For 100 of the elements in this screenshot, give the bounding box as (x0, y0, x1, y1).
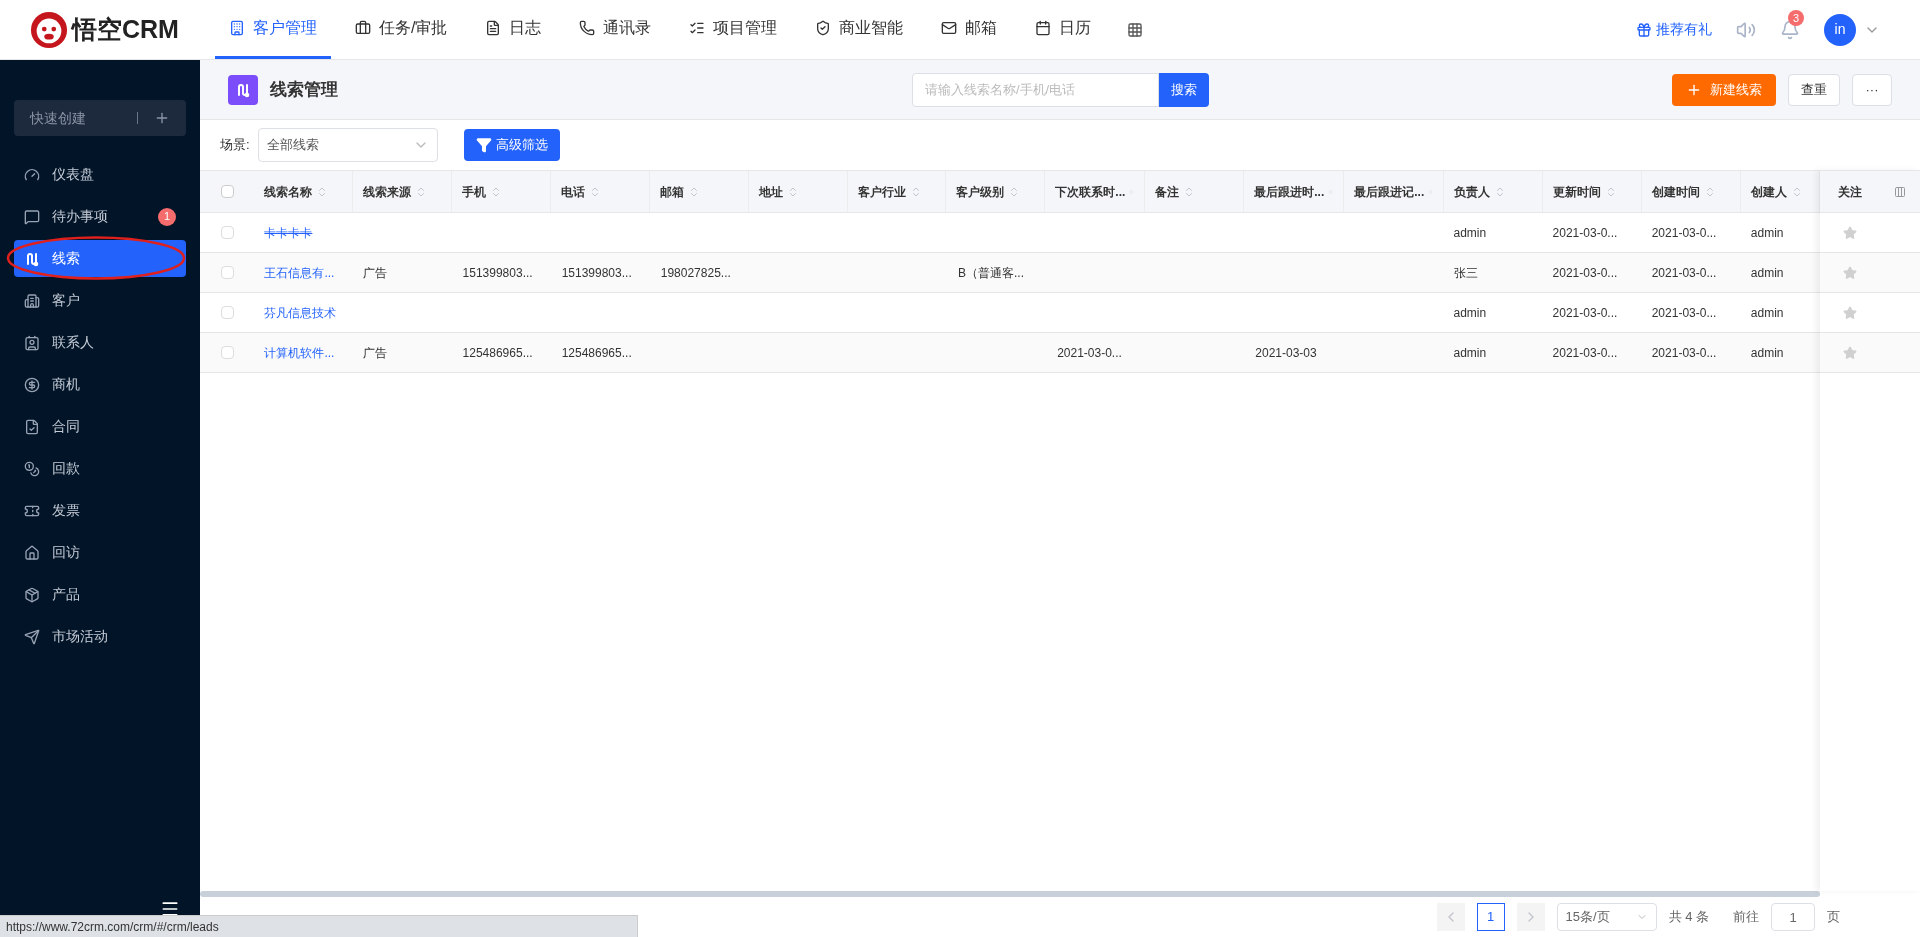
table-cell-text: 125486965... (462, 344, 533, 362)
sidebar-item[interactable]: 合同 (14, 408, 186, 445)
page-number-button[interactable]: 1 (1476, 903, 1505, 931)
document-check-icon (24, 418, 40, 435)
search-field[interactable]: 请输入线索名称/手机/电话 (912, 72, 1159, 107)
table-cell-text: B（普通客... (958, 264, 1025, 282)
nav-tab[interactable]: 日志 (471, 0, 556, 59)
quick-create-button[interactable]: 快速创建 (14, 100, 186, 136)
star-icon[interactable] (1843, 305, 1857, 320)
column-header[interactable]: 客户行业 (847, 171, 947, 212)
search-button[interactable]: 搜索 (1159, 72, 1209, 107)
scene-label: 场景: (220, 136, 250, 155)
goto-page-field[interactable]: 1 (1771, 903, 1815, 931)
column-header[interactable]: 邮箱 (649, 171, 749, 212)
sidebar-item[interactable]: 仪表盘 (14, 156, 186, 193)
mail-icon (941, 20, 958, 36)
nav-tab[interactable]: 邮箱 (927, 0, 1012, 59)
sidebar-item[interactable]: 线索 (14, 240, 186, 277)
sidebar-item-label: 合同 (52, 417, 80, 436)
lead-name-link[interactable]: 芬凡信息技术 (264, 303, 337, 322)
sidebar-item[interactable]: 联系人 (14, 324, 186, 361)
sort-icon[interactable] (1704, 185, 1716, 198)
column-header[interactable]: 地址 (748, 171, 848, 212)
table-cell-text: 2021-03-0... (1651, 344, 1717, 362)
page-unit-label: 页 (1827, 908, 1840, 927)
table-cell-text: 2021-03-0... (1552, 304, 1618, 322)
table-cell-text: 2021-03-0... (1552, 264, 1618, 282)
column-header[interactable]: 手机 (452, 171, 551, 212)
coins-icon (24, 460, 40, 477)
sort-icon[interactable] (490, 185, 502, 198)
table-cell-text: admin (1453, 224, 1487, 242)
lead-name-link[interactable]: 王石信息有... (264, 263, 335, 282)
advanced-filter-button[interactable]: 高级筛选 (463, 129, 560, 161)
speaker-icon[interactable] (1736, 19, 1756, 40)
apps-grid-icon[interactable] (1127, 21, 1144, 38)
table-cell-text: 广告 (363, 264, 388, 282)
sidebar-item[interactable]: 回款 (14, 450, 186, 487)
dollar-coin-icon (24, 376, 40, 393)
sidebar-item-label: 商机 (52, 375, 80, 394)
star-icon[interactable] (1843, 265, 1857, 280)
column-header[interactable]: 下次联系时... (1045, 171, 1146, 212)
leads-icon (24, 250, 40, 267)
table-cell-text: 198027825... (660, 264, 731, 282)
column-header[interactable]: 电话 (550, 171, 650, 212)
nav-tab[interactable]: 通讯录 (565, 0, 666, 59)
table-cell-text: 广告 (363, 344, 388, 362)
sidebar-item[interactable]: 发票 (14, 492, 186, 529)
row-checkbox[interactable] (220, 306, 234, 319)
paper-plane-icon (24, 628, 40, 645)
sidebar-item-label: 回访 (52, 543, 80, 562)
next-page-button[interactable] (1516, 903, 1545, 931)
lead-name-link[interactable]: 卡卡卡卡 (264, 223, 313, 242)
scene-select[interactable]: 全部线索 (257, 128, 438, 162)
row-checkbox[interactable] (220, 346, 234, 359)
nav-tab[interactable]: 日历 (1021, 0, 1106, 59)
column-header[interactable]: 线索来源 (353, 171, 452, 212)
table-cell-text: 2021-03-0... (1651, 304, 1717, 322)
sidebar-item[interactable]: 待办事项 1 (14, 198, 186, 235)
table-cell-text: 151399803... (462, 264, 533, 282)
page-title: 线索管理 (270, 78, 338, 101)
column-header[interactable]: 创建时间 (1642, 171, 1741, 212)
sidebar-item[interactable]: 回访 (14, 534, 186, 571)
goto-label: 前往 (1733, 908, 1759, 927)
column-header[interactable]: 最后跟进记... (1344, 171, 1445, 212)
sidebar-item[interactable]: 商机 (14, 366, 186, 403)
table-cell-text: 125486965... (561, 344, 632, 362)
recheck-button[interactable]: 查重 (1788, 73, 1840, 106)
user-avatar[interactable]: in (1824, 13, 1856, 46)
sidebar-item[interactable]: 客户 (14, 282, 186, 319)
row-checkbox[interactable] (220, 266, 234, 279)
sidebar-item[interactable]: 产品 (14, 576, 186, 613)
column-header[interactable]: 客户级别 (946, 171, 1046, 212)
column-header[interactable]: 最后跟进时... (1244, 171, 1345, 212)
table-cell-text: 2021-03-0... (1552, 344, 1618, 362)
lead-name-link[interactable]: 计算机软件... (264, 343, 335, 362)
more-button[interactable]: ··· (1852, 73, 1892, 106)
row-checkbox[interactable] (220, 226, 234, 239)
referral-link[interactable]: 推荐有礼 (1636, 19, 1712, 40)
select-all-checkbox[interactable] (220, 185, 234, 198)
star-icon[interactable] (1843, 345, 1857, 360)
previous-page-button[interactable] (1436, 903, 1465, 931)
column-settings-icon[interactable] (1894, 185, 1906, 198)
column-header[interactable]: 备注 (1145, 171, 1245, 212)
star-icon[interactable] (1843, 225, 1857, 240)
nav-tab[interactable]: 项目管理 (675, 0, 792, 59)
chat-bubble-icon (24, 208, 40, 225)
nav-tab[interactable]: 商业智能 (801, 0, 918, 59)
calendar-icon (1035, 20, 1052, 36)
table-cell-text: admin (1750, 344, 1784, 362)
phone-icon (579, 20, 596, 36)
sidebar-item-label: 市场活动 (52, 627, 108, 646)
nav-tab[interactable]: 任务/审批 (341, 0, 462, 59)
page-size-select[interactable]: 15条/页 (1556, 903, 1657, 931)
column-header[interactable]: 线索名称 (254, 171, 354, 212)
table-cell-text: 151399803... (561, 264, 632, 282)
column-header[interactable]: 更新时间 (1543, 171, 1642, 212)
column-header[interactable]: 负责人 (1444, 171, 1544, 212)
table-cell-text: admin (1750, 264, 1784, 282)
sidebar-item[interactable]: 市场活动 (14, 618, 186, 655)
table-cell-text: admin (1453, 344, 1487, 362)
